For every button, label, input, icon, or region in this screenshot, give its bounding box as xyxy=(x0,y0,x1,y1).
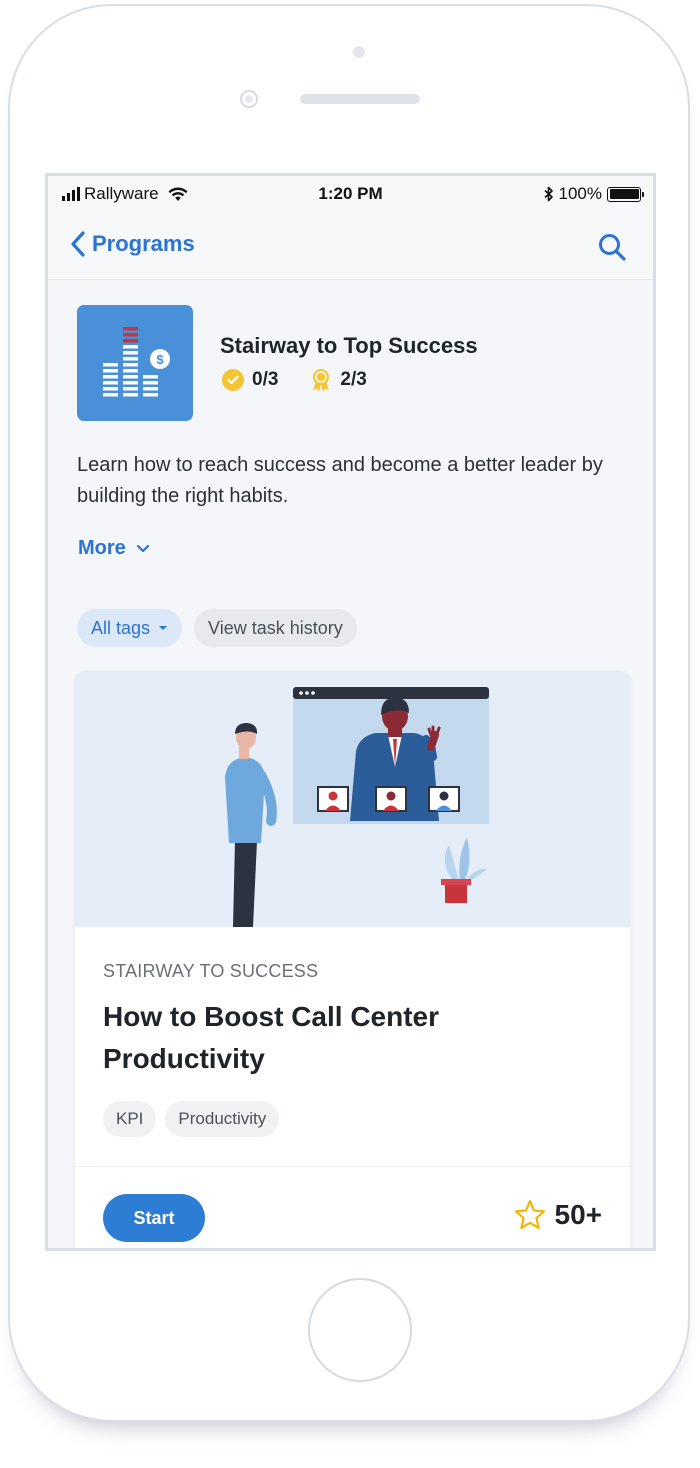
battery-percent: 100% xyxy=(558,184,602,203)
program-title: Stairway to Top Success xyxy=(220,333,478,358)
status-right: 100% xyxy=(543,184,644,204)
battery-icon xyxy=(607,186,644,202)
search-icon[interactable] xyxy=(597,232,627,262)
sensor-dot xyxy=(353,46,365,58)
completed-count: 0/3 xyxy=(252,369,279,390)
points-reward: 50+ xyxy=(513,1198,603,1232)
front-camera xyxy=(240,90,258,108)
points-value: 50+ xyxy=(554,1199,603,1230)
card-illustration xyxy=(75,671,630,927)
program-stats: 0/3 2/3 xyxy=(222,368,367,392)
start-button[interactable]: Start xyxy=(103,1194,205,1242)
card-divider xyxy=(75,1166,630,1167)
all-tags-label: All tags xyxy=(91,617,151,638)
nav-bar: Programs xyxy=(48,216,653,280)
program-description: Learn how to reach success and become a … xyxy=(77,454,603,507)
back-label: Programs xyxy=(92,231,195,256)
program-icon: $ xyxy=(77,305,193,421)
more-label: More xyxy=(78,537,126,559)
card-title[interactable]: How to Boost Call Center Productivity xyxy=(103,996,523,1080)
awards-count: 2/3 xyxy=(340,369,367,390)
home-button[interactable] xyxy=(308,1278,412,1382)
caret-down-icon xyxy=(159,626,168,630)
completed-stat: 0/3 xyxy=(222,369,278,391)
all-tags-dropdown[interactable]: All tags xyxy=(77,609,183,647)
awards-stat: 2/3 xyxy=(310,368,367,392)
earpiece-speaker xyxy=(300,94,420,104)
status-bar: Rallyware 1:20 PM 100% xyxy=(48,176,653,216)
app-screen: Rallyware 1:20 PM 100% Programs $ Stairw… xyxy=(45,173,656,1251)
tag-productivity[interactable]: Productivity xyxy=(165,1101,280,1137)
video-call-illustration xyxy=(225,687,489,927)
tag-kpi[interactable]: KPI xyxy=(103,1101,157,1137)
svg-text:$: $ xyxy=(156,352,164,367)
award-ribbon-icon xyxy=(313,369,330,392)
more-toggle[interactable]: More xyxy=(78,537,150,560)
bluetooth-icon xyxy=(543,186,553,202)
card-category: STAIRWAY TO SUCCESS xyxy=(103,961,319,981)
program-chart-icon: $ xyxy=(103,327,170,397)
star-icon xyxy=(514,1199,545,1230)
chevron-down-icon xyxy=(136,544,149,553)
task-card[interactable]: STAIRWAY TO SUCCESS How to Boost Call Ce… xyxy=(75,671,630,1248)
view-task-history-label: View task history xyxy=(208,617,343,638)
back-button[interactable]: Programs xyxy=(70,230,195,258)
card-tags: KPI Productivity xyxy=(103,1101,280,1137)
check-badge-icon xyxy=(222,369,244,391)
view-task-history-button[interactable]: View task history xyxy=(194,609,357,647)
filter-chips: All tags View task history xyxy=(77,609,357,647)
back-chevron-icon xyxy=(71,231,85,257)
